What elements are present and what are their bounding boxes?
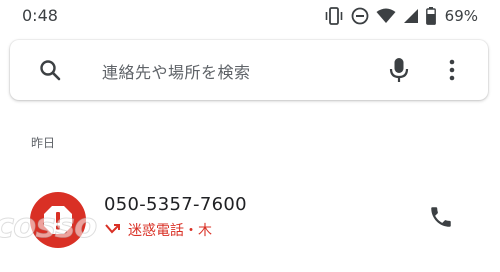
battery-percent: 69% [444, 7, 478, 25]
missed-call-icon [104, 221, 122, 240]
phone-icon[interactable] [428, 204, 454, 234]
do-not-disturb-icon [351, 7, 369, 25]
mic-icon[interactable] [388, 56, 410, 88]
caller-number: 050-5357-7600 [104, 194, 247, 215]
call-log-row[interactable]: 050-5357-7600 迷惑電話・木 [0, 176, 500, 260]
search-bar[interactable]: 連絡先や場所を検索 [10, 40, 488, 100]
search-icon[interactable] [38, 58, 62, 86]
section-header-yesterday: 昨日 [31, 136, 56, 150]
status-bar: 0:48 69% [0, 0, 500, 32]
call-meta: 迷惑電話・木 [104, 220, 212, 240]
vibrate-icon [324, 7, 344, 25]
spam-warning-icon [30, 192, 86, 248]
status-icons: 69% [324, 5, 478, 27]
signal-icon [403, 8, 419, 24]
more-vert-icon[interactable] [448, 58, 456, 86]
wifi-icon [376, 8, 396, 24]
status-time: 0:48 [22, 6, 58, 25]
battery-icon [425, 7, 436, 25]
search-input[interactable]: 連絡先や場所を検索 [102, 59, 251, 83]
call-status-label: 迷惑電話・木 [128, 223, 212, 239]
phone-app-screen: 0:48 69% 連絡先や場所を検索 昨日 050-5357-7600 迷惑電話… [0, 0, 500, 272]
